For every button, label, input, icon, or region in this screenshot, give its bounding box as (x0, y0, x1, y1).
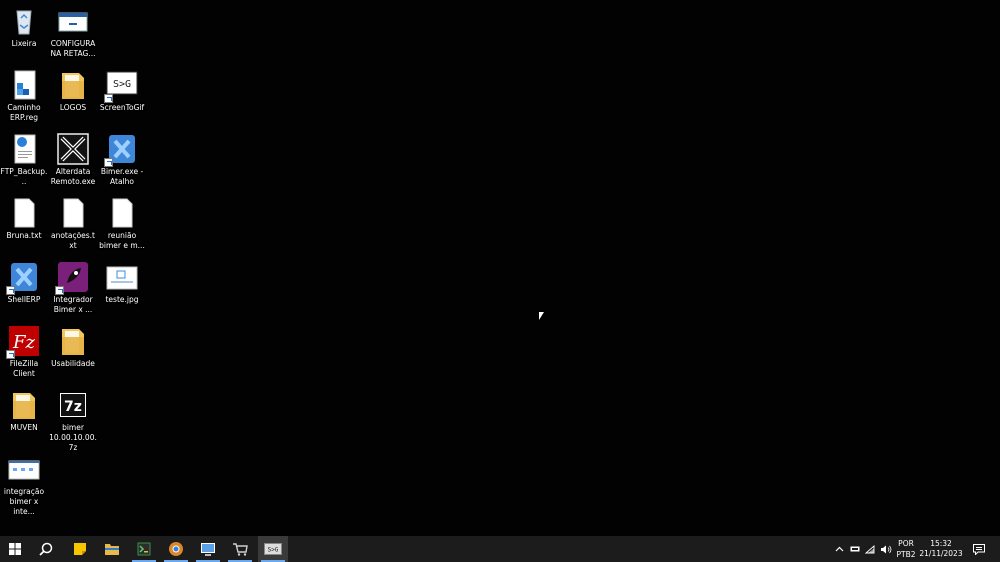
desktop-icon-alterdata[interactable]: Alterdata Remoto.exe (49, 133, 97, 187)
desktop-icon-label: MUVEN (10, 423, 38, 432)
filezilla-icon: Fz (6, 325, 40, 359)
text-file-icon (106, 197, 138, 229)
recycle-bin-icon (8, 5, 40, 37)
7zip-icon: 7z (57, 389, 89, 421)
desktop-icon-label: Alterdata Remoto.exe (50, 167, 96, 186)
store-cart-icon (233, 543, 248, 556)
desktop-icon-label: Bruna.txt (6, 231, 42, 240)
image-file-icon (106, 261, 138, 293)
desktop-icon-label: LOGOS (59, 103, 87, 112)
desktop-icon-configura[interactable]: CONFIGURA NA RETAG... (49, 5, 97, 59)
desktop-icon-caminho[interactable]: Caminho ERP.reg (0, 69, 48, 123)
svg-text:Fz: Fz (12, 332, 35, 353)
chrome-icon (169, 542, 183, 556)
taskbar-app-remote[interactable] (193, 536, 223, 562)
registry-file-icon (8, 69, 40, 101)
desktop-icon-bruna[interactable]: Bruna.txt (0, 197, 48, 241)
action-center-button[interactable] (970, 536, 988, 562)
desktop-icon-screentogif[interactable]: S>G ScreenToGif (98, 69, 146, 113)
rocket-icon (55, 261, 89, 295)
desktop-icon-lixeira[interactable]: Lixeira (0, 5, 48, 49)
screentogif-icon: S>G (104, 69, 138, 103)
bimer-icon (104, 133, 138, 167)
clock-time: 15:32 (930, 539, 952, 548)
tray-clock[interactable]: 15:32 21/11/2023 (918, 539, 964, 559)
desktop-icon-anotacoes[interactable]: anotações.txt (49, 197, 97, 251)
desktop-icon-label: reunião bimer e m... (99, 231, 145, 250)
folder-icon (57, 325, 89, 357)
search-button[interactable] (31, 536, 61, 562)
desktop-icon-label: teste.jpg (105, 295, 139, 304)
desktop-icon-label: Caminho ERP.reg (7, 103, 41, 122)
notification-icon (973, 543, 985, 555)
desktop-icon-logos[interactable]: LOGOS (49, 69, 97, 113)
desktop-icon-bimer7z[interactable]: 7z bimer 10.00.10.00.7z (49, 389, 97, 453)
text-file-icon (8, 197, 40, 229)
desktop-icon-label: Lixeira (11, 39, 37, 48)
remote-app-icon (201, 543, 215, 556)
tray-network-device[interactable] (849, 536, 861, 562)
screentogif-icon: S>G (264, 543, 282, 555)
desktop-icon-label: ShellERP (7, 295, 41, 304)
taskbar-app-screentogif[interactable]: S>G (258, 536, 288, 562)
desktop-icon-label: FTP_Backup... (0, 167, 48, 186)
desktop-icon-teste[interactable]: teste.jpg (98, 261, 146, 305)
desktop-icon-reuniao[interactable]: reunião bimer e m... (98, 197, 146, 251)
folder-icon (57, 69, 89, 101)
desktop-icon-label: CONFIGURA NA RETAG... (50, 39, 96, 58)
tray-wifi[interactable] (864, 536, 876, 562)
taskbar: S>G POR PTB2 15:32 21/11/2023 (0, 536, 1000, 562)
desktop-icon-integrador[interactable]: Integrador Bimer x ... (49, 261, 97, 315)
desktop-icon-usabilidade[interactable]: Usabilidade (49, 325, 97, 369)
device-icon (850, 546, 860, 552)
clock-date: 21/11/2023 (919, 549, 963, 558)
tray-volume[interactable] (879, 536, 893, 562)
desktop-icon-bimer[interactable]: Bimer.exe - Atalho (98, 133, 146, 187)
desktop-icon-label: FileZilla Client (9, 359, 39, 378)
svg-text:S>G: S>G (113, 79, 131, 90)
tray-overflow-button[interactable] (832, 536, 846, 562)
svg-text:S>G: S>G (268, 547, 279, 554)
taskbar-app-file-explorer[interactable] (97, 536, 127, 562)
language-code: POR (898, 539, 914, 548)
desktop-icon-label: anotações.txt (50, 231, 96, 250)
terminal-app-icon (137, 542, 151, 556)
svg-text:7z: 7z (64, 399, 82, 415)
desktop: Lixeira CONFIGURA NA RETAG... Caminho ER… (0, 0, 1000, 536)
taskbar-app-chrome[interactable] (161, 536, 191, 562)
desktop-icon-filezilla[interactable]: Fz FileZilla Client (0, 325, 48, 379)
file-explorer-icon (105, 544, 119, 555)
desktop-icon-label: Integrador Bimer x ... (53, 295, 93, 314)
speaker-icon (881, 545, 892, 553)
desktop-icon-label: integração bimer x inte... (3, 487, 45, 516)
start-button[interactable] (0, 536, 30, 562)
mouse-cursor (539, 312, 544, 320)
config-window-icon (57, 5, 89, 37)
desktop-icon-label: bimer 10.00.10.00.7z (49, 423, 97, 452)
taskbar-app-store[interactable] (225, 536, 255, 562)
folder-icon (8, 389, 40, 421)
search-icon (39, 542, 53, 556)
taskbar-app-terminal[interactable] (129, 536, 159, 562)
text-file-icon (57, 197, 89, 229)
shellerp-icon (6, 261, 40, 295)
desktop-icon-muven[interactable]: MUVEN (0, 389, 48, 433)
keyboard-layout: PTB2 (896, 550, 916, 559)
image-file-icon (8, 453, 40, 485)
windows-icon (9, 543, 21, 555)
desktop-icon-label: Usabilidade (51, 359, 95, 368)
chevron-up-icon (835, 546, 843, 552)
alterdata-icon (57, 133, 89, 165)
desktop-icon-label: Bimer.exe - Atalho (100, 167, 144, 186)
sticky-notes-icon (74, 543, 86, 555)
desktop-icon-ftp[interactable]: FTP_Backup... (0, 133, 48, 187)
taskbar-app-sticky-notes[interactable] (65, 536, 95, 562)
web-file-icon (8, 133, 40, 165)
tray-language[interactable]: POR PTB2 (896, 538, 916, 560)
desktop-icon-integracao[interactable]: integração bimer x inte... (0, 453, 48, 517)
desktop-icon-label: ScreenToGif (99, 103, 145, 112)
desktop-icon-shellerp[interactable]: ShellERP (0, 261, 48, 305)
wifi-icon (865, 544, 875, 553)
